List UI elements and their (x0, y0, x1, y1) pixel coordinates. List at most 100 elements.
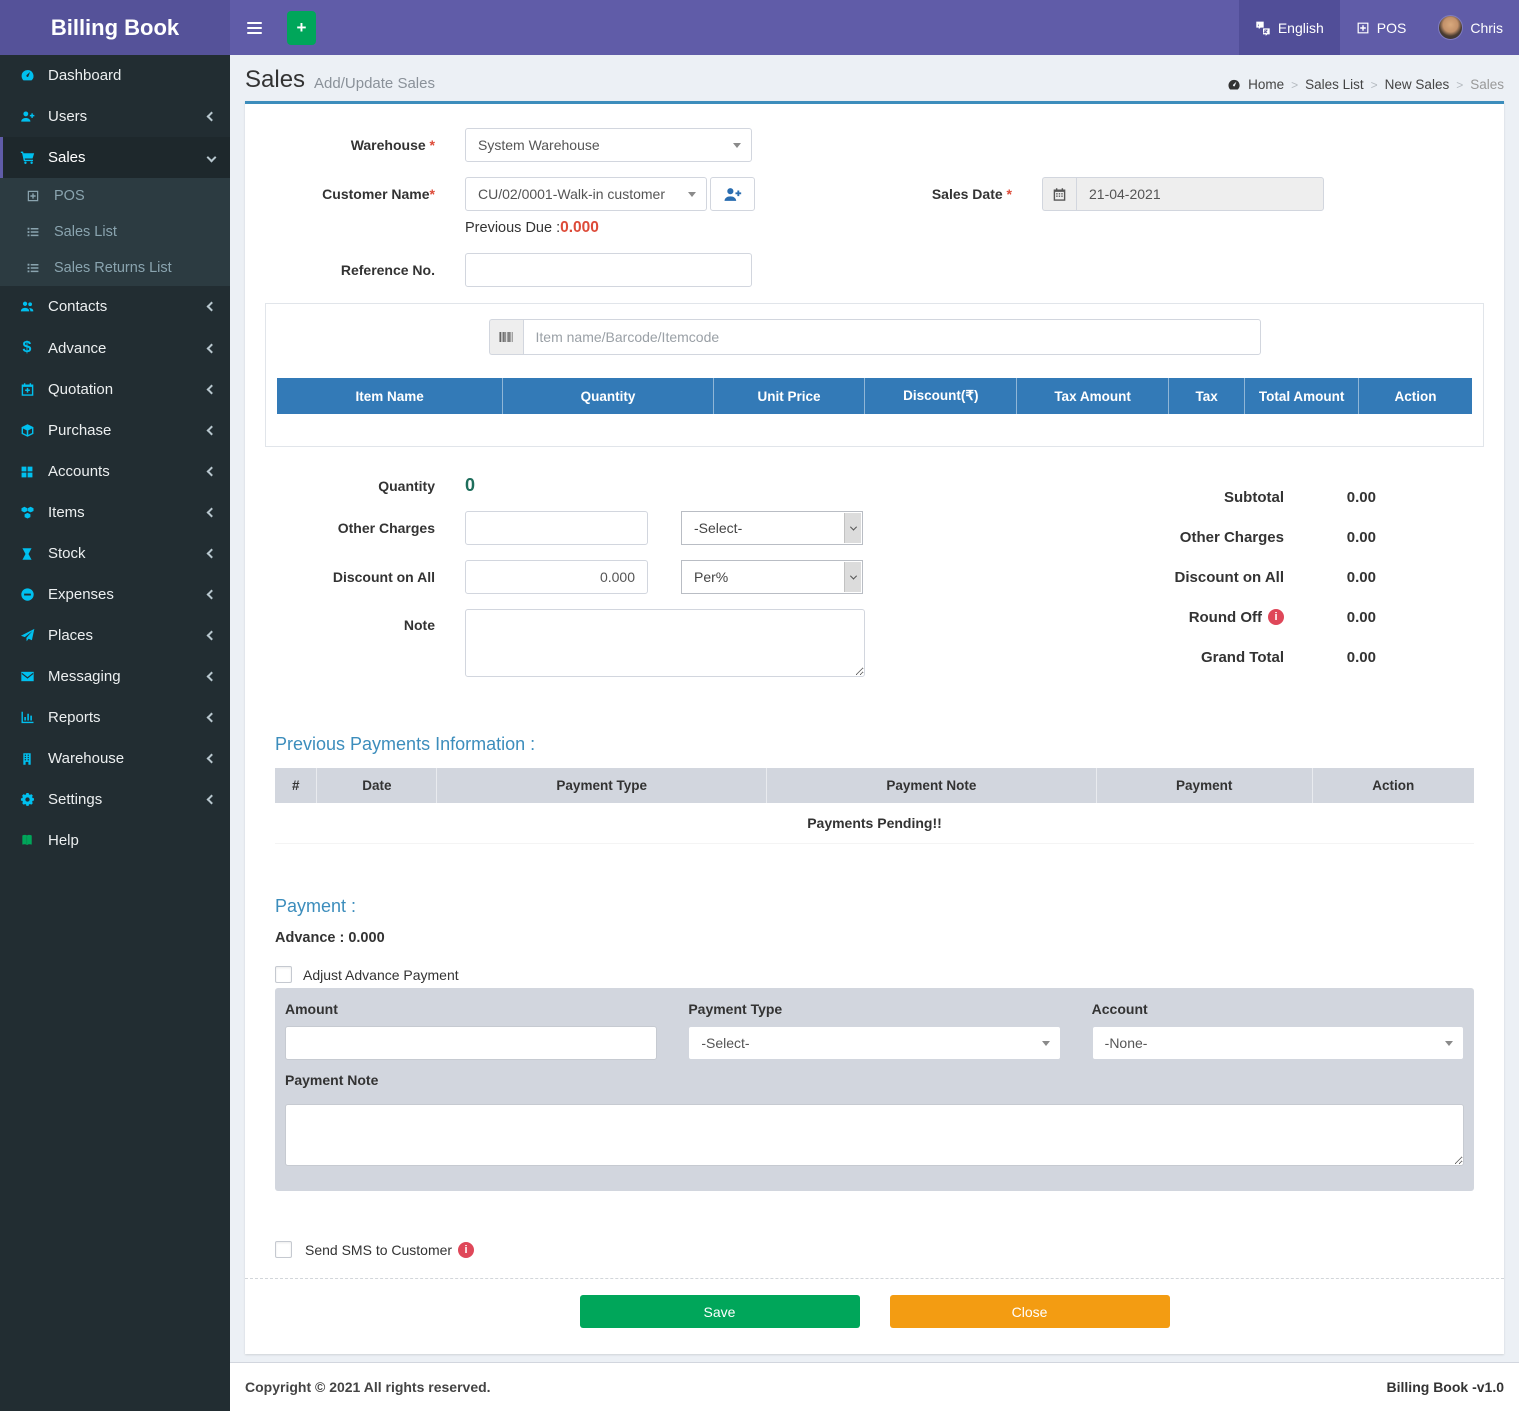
quantity-row: Quantity 0 (265, 475, 910, 496)
chevron-left-icon (207, 385, 217, 395)
summary-left: Quantity 0 Other Charges -Select- Discou… (265, 475, 910, 692)
sidebar-item-places[interactable]: Places (0, 615, 230, 656)
breadcrumb-separator: > (1371, 78, 1378, 92)
item-search-input[interactable] (523, 319, 1261, 355)
info-icon[interactable]: i (458, 1242, 474, 1258)
sidebar-item-label: Items (48, 504, 85, 521)
warehouse-select[interactable]: System Warehouse (465, 128, 752, 162)
warehouse-label: Warehouse * (265, 137, 465, 153)
sidebar-item-stock[interactable]: Stock (0, 533, 230, 574)
items-table-header: Discount(₹) (865, 378, 1017, 414)
discount-total-row: Discount on All 0.00 (1154, 557, 1376, 597)
caret-down-icon (1042, 1041, 1050, 1046)
sidebar-item-items[interactable]: Items (0, 492, 230, 533)
discount-total-value: 0.00 (1284, 569, 1376, 586)
quantity-label: Quantity (265, 478, 465, 494)
sidebar-item-settings[interactable]: Settings (0, 779, 230, 820)
sidebar-item-advance[interactable]: $ Advance (0, 327, 230, 369)
sales-date-input[interactable] (1076, 177, 1324, 211)
footer: Copyright © 2021 All rights reserved. Bi… (230, 1362, 1519, 1411)
plus-icon: + (297, 18, 307, 38)
items-table-header: Tax (1168, 378, 1244, 414)
sidebar-item-dashboard[interactable]: Dashboard (0, 55, 230, 96)
sidebar-item-label: Users (48, 108, 87, 125)
sidebar-item-expenses[interactable]: Expenses (0, 574, 230, 615)
discount-unit-select[interactable]: Per% (681, 560, 863, 594)
calendar-plus-icon (15, 382, 39, 397)
language-menu[interactable]: English (1239, 0, 1340, 55)
other-charges-select[interactable]: -Select- (681, 511, 863, 545)
sidebar-item-help[interactable]: Help (0, 820, 230, 861)
breadcrumb-new-sales[interactable]: New Sales (1385, 77, 1450, 92)
totals-panel: Subtotal 0.00 Other Charges 0.00 Discoun… (1154, 475, 1484, 692)
user-menu[interactable]: Chris (1422, 0, 1519, 55)
previous-due-value: 0.000 (560, 219, 599, 236)
submenu-item-sales-returns-list[interactable]: Sales Returns List (0, 250, 230, 286)
brand-logo[interactable]: Billing Book (0, 0, 230, 55)
payment-note-textarea[interactable] (285, 1104, 1464, 1166)
reference-input[interactable] (465, 253, 752, 287)
add-customer-button[interactable] (710, 177, 755, 211)
account-select[interactable]: -None- (1092, 1026, 1464, 1060)
submenu-item-label: Sales List (54, 224, 117, 240)
other-charges-row: Other Charges -Select- (265, 511, 910, 545)
sidebar-item-quotation[interactable]: Quotation (0, 369, 230, 410)
close-button[interactable]: Close (890, 1295, 1170, 1328)
subtotal-label: Subtotal (1154, 489, 1284, 506)
sidebar-item-reports[interactable]: Reports (0, 697, 230, 738)
sidebar-item-label: Quotation (48, 381, 113, 398)
breadcrumb-separator: > (1291, 78, 1298, 92)
sidebar-item-label: Help (48, 832, 79, 849)
info-icon[interactable]: i (1268, 609, 1284, 625)
send-sms-checkbox[interactable] (275, 1241, 292, 1258)
account-value: -None- (1105, 1035, 1148, 1051)
save-button[interactable]: Save (580, 1295, 860, 1328)
breadcrumb-home[interactable]: Home (1248, 77, 1284, 92)
submenu-item-label: POS (54, 188, 85, 204)
sidebar-toggle-button[interactable] (230, 0, 279, 55)
hamburger-icon (247, 22, 262, 24)
chevron-left-icon (207, 795, 217, 805)
sidebar-item-label: Contacts (48, 298, 107, 315)
payment-type-select[interactable]: -Select- (688, 1026, 1060, 1060)
other-charges-select-value: -Select- (694, 520, 742, 536)
note-textarea[interactable] (465, 609, 865, 677)
submenu-item-pos[interactable]: POS (0, 178, 230, 214)
sidebar-item-contacts[interactable]: Contacts (0, 286, 230, 327)
submenu-item-sales-list[interactable]: Sales List (0, 214, 230, 250)
payment-panel: Amount Payment Type -Select- Account (275, 988, 1474, 1191)
sidebar-item-warehouse[interactable]: Warehouse (0, 738, 230, 779)
payments-table-header: Action (1312, 768, 1474, 803)
items-table-header: Quantity (503, 378, 713, 414)
advance-value: 0.000 (348, 930, 384, 946)
sidebar-item-label: Warehouse (48, 750, 124, 767)
page-title: Sales (245, 68, 305, 92)
send-sms-row: Send SMS to Customeri (275, 1241, 1474, 1258)
sidebar-item-users[interactable]: Users (0, 96, 230, 137)
quick-add-button[interactable]: + (287, 11, 316, 45)
items-table-header: Action (1358, 378, 1472, 414)
discount-unit-value: Per% (694, 569, 728, 585)
subtotal-value: 0.00 (1284, 489, 1376, 506)
pos-menu[interactable]: POS (1340, 0, 1423, 55)
envelope-icon (15, 669, 39, 684)
subtotal-row: Subtotal 0.00 (1154, 477, 1376, 517)
previous-payments-heading: Previous Payments Information : (275, 734, 1474, 755)
sidebar-item-messaging[interactable]: Messaging (0, 656, 230, 697)
sidebar-item-sales[interactable]: Sales (0, 137, 230, 178)
barcode-icon (489, 319, 523, 355)
other-charges-total-row: Other Charges 0.00 (1154, 517, 1376, 557)
discount-on-all-input[interactable] (465, 560, 648, 594)
sidebar-item-label: Advance (48, 340, 106, 357)
breadcrumb-sales-list[interactable]: Sales List (1305, 77, 1364, 92)
amount-input[interactable] (285, 1026, 657, 1060)
adjust-advance-checkbox[interactable] (275, 966, 292, 983)
sidebar-item-purchase[interactable]: Purchase (0, 410, 230, 451)
customer-select[interactable]: CU/02/0001-Walk-in customer (465, 177, 707, 211)
other-charges-input[interactable] (465, 511, 648, 545)
chevron-left-icon (207, 467, 217, 477)
sidebar-item-accounts[interactable]: Accounts (0, 451, 230, 492)
advance-label: Advance : (275, 930, 344, 946)
advance-amount: Advance : 0.000 (275, 930, 1474, 946)
payments-table-header: # (275, 768, 317, 803)
